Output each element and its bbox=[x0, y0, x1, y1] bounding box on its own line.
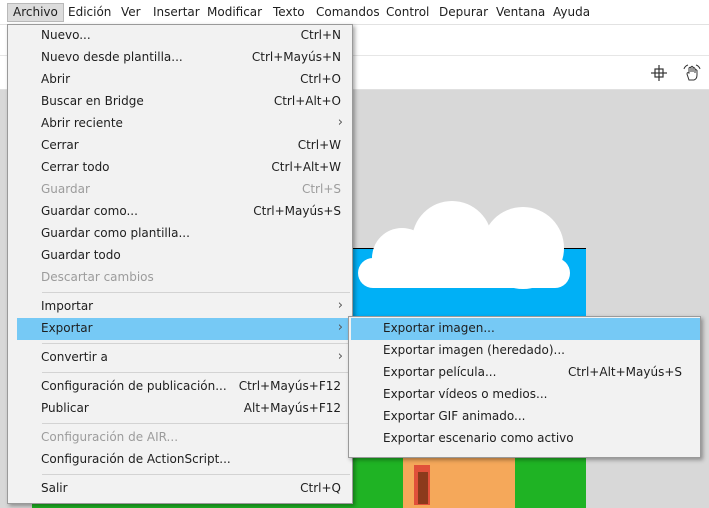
menu-item-label: Salir bbox=[41, 481, 68, 495]
menu-ayuda[interactable]: Ayuda bbox=[553, 3, 590, 22]
menu-item-shortcut: Ctrl+Alt+Mayús+S bbox=[567, 365, 682, 379]
menu-item-label: Exportar GIF animado... bbox=[383, 409, 526, 423]
menu-item-configuracion-air: Configuración de AIR... bbox=[17, 427, 353, 449]
menu-modificar[interactable]: Modificar bbox=[207, 3, 262, 22]
menu-separator bbox=[42, 423, 350, 424]
menu-item-importar[interactable]: Importar › bbox=[17, 296, 353, 318]
file-menu: Nuevo... Ctrl+N Nuevo desde plantilla... C… bbox=[7, 24, 353, 504]
menu-item-label: Configuración de AIR... bbox=[41, 430, 179, 444]
menu-separator bbox=[42, 292, 350, 293]
menu-bar: Archivo Edición Ver Insertar Modificar T… bbox=[0, 0, 709, 25]
chevron-right-icon: › bbox=[337, 298, 343, 313]
menu-control[interactable]: Control bbox=[386, 3, 429, 22]
menu-item-label: Convertir a bbox=[41, 350, 108, 364]
menu-item-guardar-como-plantilla[interactable]: Guardar como plantilla... bbox=[17, 223, 353, 245]
menu-item-descartar-cambios: Descartar cambios bbox=[17, 267, 353, 289]
chevron-right-icon: › bbox=[337, 349, 343, 364]
menu-item-guardar-todo[interactable]: Guardar todo bbox=[17, 245, 353, 267]
menu-item-label: Guardar bbox=[41, 182, 90, 196]
menu-item-label: Configuración de ActionScript... bbox=[41, 452, 231, 466]
menu-item-label: Cerrar todo bbox=[41, 160, 110, 174]
menu-item-label: Exportar vídeos o medios... bbox=[383, 387, 548, 401]
hand-rotate-icon[interactable] bbox=[683, 64, 701, 82]
chevron-right-icon: › bbox=[337, 320, 343, 335]
menu-item-abrir[interactable]: Abrir Ctrl+O bbox=[17, 69, 353, 91]
menu-item-label: Publicar bbox=[41, 401, 89, 415]
submenu-item-exportar-gif[interactable]: Exportar GIF animado... bbox=[351, 406, 700, 428]
menu-separator bbox=[42, 343, 350, 344]
menu-item-label: Descartar cambios bbox=[41, 270, 154, 284]
menu-item-cerrar-todo[interactable]: Cerrar todo Ctrl+Alt+W bbox=[17, 157, 353, 179]
menu-item-shortcut: Ctrl+Alt+O bbox=[273, 94, 341, 108]
menu-insertar[interactable]: Insertar bbox=[153, 3, 200, 22]
menu-item-label: Guardar como plantilla... bbox=[41, 226, 190, 240]
menu-item-guardar-como[interactable]: Guardar como... Ctrl+Mayús+S bbox=[17, 201, 353, 223]
menu-item-label: Configuración de publicación... bbox=[41, 379, 227, 393]
submenu-item-exportar-videos[interactable]: Exportar vídeos o medios... bbox=[351, 384, 700, 406]
menu-separator bbox=[42, 474, 350, 475]
menu-item-shortcut: Ctrl+W bbox=[297, 138, 341, 152]
scene-door bbox=[418, 472, 428, 504]
menu-item-label: Guardar todo bbox=[41, 248, 121, 262]
menu-item-convertir-a[interactable]: Convertir a › bbox=[17, 347, 353, 369]
menu-item-shortcut: Ctrl+Q bbox=[300, 481, 341, 495]
cloud bbox=[358, 258, 570, 288]
menu-item-shortcut: Ctrl+Alt+W bbox=[271, 160, 341, 174]
menu-item-publicar[interactable]: Publicar Alt+Mayús+F12 bbox=[17, 398, 353, 420]
menu-edicion[interactable]: Edición bbox=[68, 3, 111, 22]
menu-item-shortcut: Ctrl+S bbox=[301, 182, 341, 196]
menu-item-label: Guardar como... bbox=[41, 204, 138, 218]
menu-ver[interactable]: Ver bbox=[121, 3, 141, 22]
menu-item-configuracion-actionscript[interactable]: Configuración de ActionScript... bbox=[17, 449, 353, 471]
menu-item-label: Importar bbox=[41, 299, 94, 313]
menu-item-label: Exportar escenario como activo bbox=[383, 431, 574, 445]
menu-item-nuevo-desde-plantilla[interactable]: Nuevo desde plantilla... Ctrl+Mayús+N bbox=[17, 47, 353, 69]
menu-item-shortcut: Ctrl+O bbox=[300, 72, 341, 86]
menu-item-label: Cerrar bbox=[41, 138, 79, 152]
menu-item-shortcut: Ctrl+Mayús+S bbox=[253, 204, 341, 218]
menu-item-label: Abrir bbox=[41, 72, 71, 86]
menu-item-shortcut: Ctrl+Mayús+F12 bbox=[238, 379, 341, 393]
crosshair-icon[interactable] bbox=[650, 64, 668, 82]
submenu-item-exportar-escenario[interactable]: Exportar escenario como activo bbox=[351, 428, 700, 450]
menu-item-shortcut: Ctrl+N bbox=[300, 28, 341, 42]
menu-item-nuevo[interactable]: Nuevo... Ctrl+N bbox=[17, 25, 353, 47]
menu-item-label: Buscar en Bridge bbox=[41, 94, 144, 108]
menu-item-label: Nuevo... bbox=[41, 28, 91, 42]
menu-item-label: Exportar película... bbox=[383, 365, 497, 379]
menu-item-exportar[interactable]: Exportar › bbox=[17, 318, 353, 340]
submenu-item-exportar-imagen-heredado[interactable]: Exportar imagen (heredado)... bbox=[351, 340, 700, 362]
menu-item-guardar: Guardar Ctrl+S bbox=[17, 179, 353, 201]
menu-item-buscar-en-bridge[interactable]: Buscar en Bridge Ctrl+Alt+O bbox=[17, 91, 353, 113]
menu-item-label: Exportar imagen... bbox=[383, 321, 495, 335]
chevron-right-icon: › bbox=[337, 115, 343, 130]
menu-archivo[interactable]: Archivo bbox=[7, 3, 64, 22]
menu-comandos[interactable]: Comandos bbox=[316, 3, 380, 22]
menu-item-label: Exportar imagen (heredado)... bbox=[383, 343, 565, 357]
menu-item-abrir-reciente[interactable]: Abrir reciente › bbox=[17, 113, 353, 135]
menu-item-shortcut: Alt+Mayús+F12 bbox=[243, 401, 341, 415]
menu-item-label: Exportar bbox=[41, 321, 93, 335]
menu-item-label: Nuevo desde plantilla... bbox=[41, 50, 183, 64]
export-submenu: Exportar imagen... Exportar imagen (here… bbox=[348, 316, 701, 458]
menu-ventana[interactable]: Ventana bbox=[496, 3, 545, 22]
menu-separator bbox=[42, 372, 350, 373]
menu-item-shortcut: Ctrl+Mayús+N bbox=[251, 50, 341, 64]
menu-item-cerrar[interactable]: Cerrar Ctrl+W bbox=[17, 135, 353, 157]
submenu-item-exportar-pelicula[interactable]: Exportar película... Ctrl+Alt+Mayús+S bbox=[351, 362, 700, 384]
submenu-item-exportar-imagen[interactable]: Exportar imagen... bbox=[351, 318, 700, 340]
menu-texto[interactable]: Texto bbox=[273, 3, 305, 22]
menu-item-salir[interactable]: Salir Ctrl+Q bbox=[17, 478, 353, 500]
menu-item-label: Abrir reciente bbox=[41, 116, 123, 130]
menu-item-configuracion-publicacion[interactable]: Configuración de publicación... Ctrl+Mayú… bbox=[17, 376, 353, 398]
menu-depurar[interactable]: Depurar bbox=[439, 3, 488, 22]
